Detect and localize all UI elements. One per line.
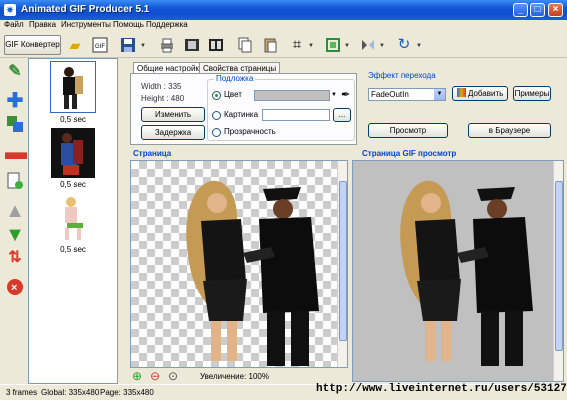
transition-effect-value: FadeOutIn (371, 90, 409, 99)
frame-duration: 0,5 sec (60, 245, 86, 254)
flip-icon[interactable] (360, 37, 376, 53)
preview-image (400, 180, 533, 366)
frame-tools-bar: ✎ ✚ ▬ ▲ ▼ ⇅ × (0, 58, 28, 384)
reverse-icon[interactable]: ⇅ (5, 248, 25, 268)
film-icon[interactable] (184, 37, 200, 53)
browser-preview-button[interactable]: в Браузере (468, 123, 551, 138)
menu-file[interactable]: Файл (4, 20, 24, 29)
app-icon: ✷ (4, 4, 16, 16)
frame-duration: 0,5 sec (60, 180, 86, 189)
gif-converter-button[interactable]: GIF Конвертер (4, 35, 61, 55)
height-label: Height : 480 (141, 94, 185, 103)
color-swatch[interactable] (254, 90, 330, 101)
layers-icon[interactable] (5, 115, 25, 135)
toolbar: GIF Конвертер ▰ GIF ▼ ⌗ ▼ ▼ ▼ ↻ ▼ (0, 32, 567, 58)
menu-help[interactable]: Помощь (113, 20, 144, 29)
paste-icon[interactable] (262, 37, 278, 53)
transition-effect-select[interactable]: FadeOutIn ▼ (368, 88, 446, 101)
zoom-bar: ⊕ ⊖ ⊙ Увеличение: 100% (130, 368, 348, 384)
remove-icon[interactable]: ▬ (5, 141, 27, 163)
save-icon[interactable] (120, 37, 136, 53)
flip-dropdown-icon[interactable]: ▼ (379, 43, 385, 49)
frame-thumbnail-3[interactable] (51, 193, 95, 243)
frames-list: 0,5 sec 0,5 sec 0,5 sec (28, 58, 118, 384)
general-settings-panel: Width : 335 Height : 480 Изменить размер… (130, 73, 357, 145)
resize-icon[interactable] (325, 37, 341, 53)
save-dropdown-icon[interactable]: ▼ (140, 43, 146, 49)
new-frame-icon[interactable] (5, 172, 25, 192)
examples-button[interactable]: Примеры (513, 86, 551, 101)
preview-scrollbar[interactable] (553, 161, 563, 381)
color-label: Цвет (224, 90, 242, 99)
minimize-button[interactable]: _ (513, 3, 528, 17)
copy-icon[interactable] (237, 37, 253, 53)
frame-thumbnail-1[interactable] (50, 61, 96, 113)
add-transition-button[interactable]: Добавить (452, 86, 508, 101)
status-global-size: Global: 335x480 (41, 388, 100, 397)
resize-dropdown-icon[interactable]: ▼ (344, 43, 350, 49)
svg-text:×: × (11, 282, 17, 294)
up-icon[interactable]: ▲ (5, 201, 25, 221)
title-bar: ✷ Animated GIF Producer 5.1 _ □ × (0, 0, 567, 20)
status-page-size: Page: 335x480 (100, 388, 154, 397)
window-title: Animated GIF Producer 5.1 (21, 4, 150, 15)
crop-icon[interactable]: ⌗ (289, 37, 305, 53)
canvas-editor[interactable] (130, 160, 348, 368)
chevron-down-icon[interactable]: ▼ (434, 89, 445, 100)
menu-edit[interactable]: Правка (29, 20, 56, 29)
preview-scroll-thumb[interactable] (555, 181, 563, 351)
transparent-label: Прозрачность (224, 127, 276, 136)
color-dropdown-icon[interactable]: ▼ (331, 92, 337, 98)
canvas-scroll-thumb[interactable] (339, 181, 347, 341)
edit-icon[interactable]: ✎ (5, 62, 25, 82)
gif-icon[interactable]: GIF (92, 37, 108, 53)
preview-button[interactable]: Просмотр (368, 123, 448, 138)
canvas-scrollbar[interactable] (337, 161, 347, 367)
zoom-out-icon[interactable]: ⊖ (150, 369, 160, 383)
print-icon[interactable] (159, 37, 175, 53)
close-button[interactable]: × (548, 3, 563, 17)
background-group: Подложка Цвет ▼ ✒ Картинка ... Прозрачно… (207, 74, 355, 141)
rotate-icon[interactable]: ↻ (396, 37, 412, 53)
eyedropper-icon[interactable]: ✒ (341, 88, 350, 101)
watermark-text: http://www.liveinternet.ru/users/5312731… (316, 383, 567, 395)
menu-support[interactable]: Поддержка (146, 20, 188, 29)
canvas-header: Страница (133, 149, 172, 158)
film-strip-icon[interactable] (208, 37, 224, 53)
delete-icon[interactable]: × (5, 278, 25, 298)
delay-button[interactable]: Задержка (141, 125, 205, 140)
rotate-dropdown-icon[interactable]: ▼ (416, 43, 422, 49)
menu-tools[interactable]: Инструменты (61, 20, 111, 29)
frame-thumbnail-2[interactable] (51, 128, 95, 178)
width-label: Width : 335 (141, 82, 182, 91)
open-folder-icon[interactable]: ▰ (67, 37, 83, 53)
zoom-fit-icon[interactable]: ⊙ (168, 369, 178, 383)
zoom-in-icon[interactable]: ⊕ (132, 369, 142, 383)
picture-label: Картинка (224, 110, 259, 119)
menu-bar: Файл Правка Инструменты Помощь Поддержка (0, 20, 567, 32)
picture-radio[interactable] (212, 111, 221, 120)
picture-path-input[interactable] (262, 109, 330, 121)
preview-header: Страница GIF просмотр (362, 149, 457, 158)
transition-panel: Эффект перехода FadeOutIn ▼ Добавить При… (362, 70, 562, 145)
add-icon[interactable]: ✚ (5, 91, 25, 111)
color-radio[interactable] (212, 91, 221, 100)
maximize-button[interactable]: □ (530, 3, 545, 17)
zoom-label: Увеличение: 100% (200, 372, 269, 381)
down-icon[interactable]: ▼ (5, 225, 25, 245)
frame-duration: 0,5 sec (60, 115, 86, 124)
status-frames: 3 frames (6, 388, 38, 397)
browse-button[interactable]: ... (333, 108, 351, 122)
svg-text:GIF: GIF (95, 44, 105, 50)
transparent-radio[interactable] (212, 128, 221, 137)
canvas-image (186, 180, 319, 366)
resize-button[interactable]: Изменить размер (141, 107, 205, 132)
add-transition-label: Добавить (467, 89, 504, 98)
transition-title: Эффект перехода (368, 71, 436, 80)
palette-icon (456, 88, 466, 97)
background-group-title: Подложка (214, 74, 256, 83)
gif-preview (352, 160, 564, 382)
crop-dropdown-icon[interactable]: ▼ (308, 43, 314, 49)
